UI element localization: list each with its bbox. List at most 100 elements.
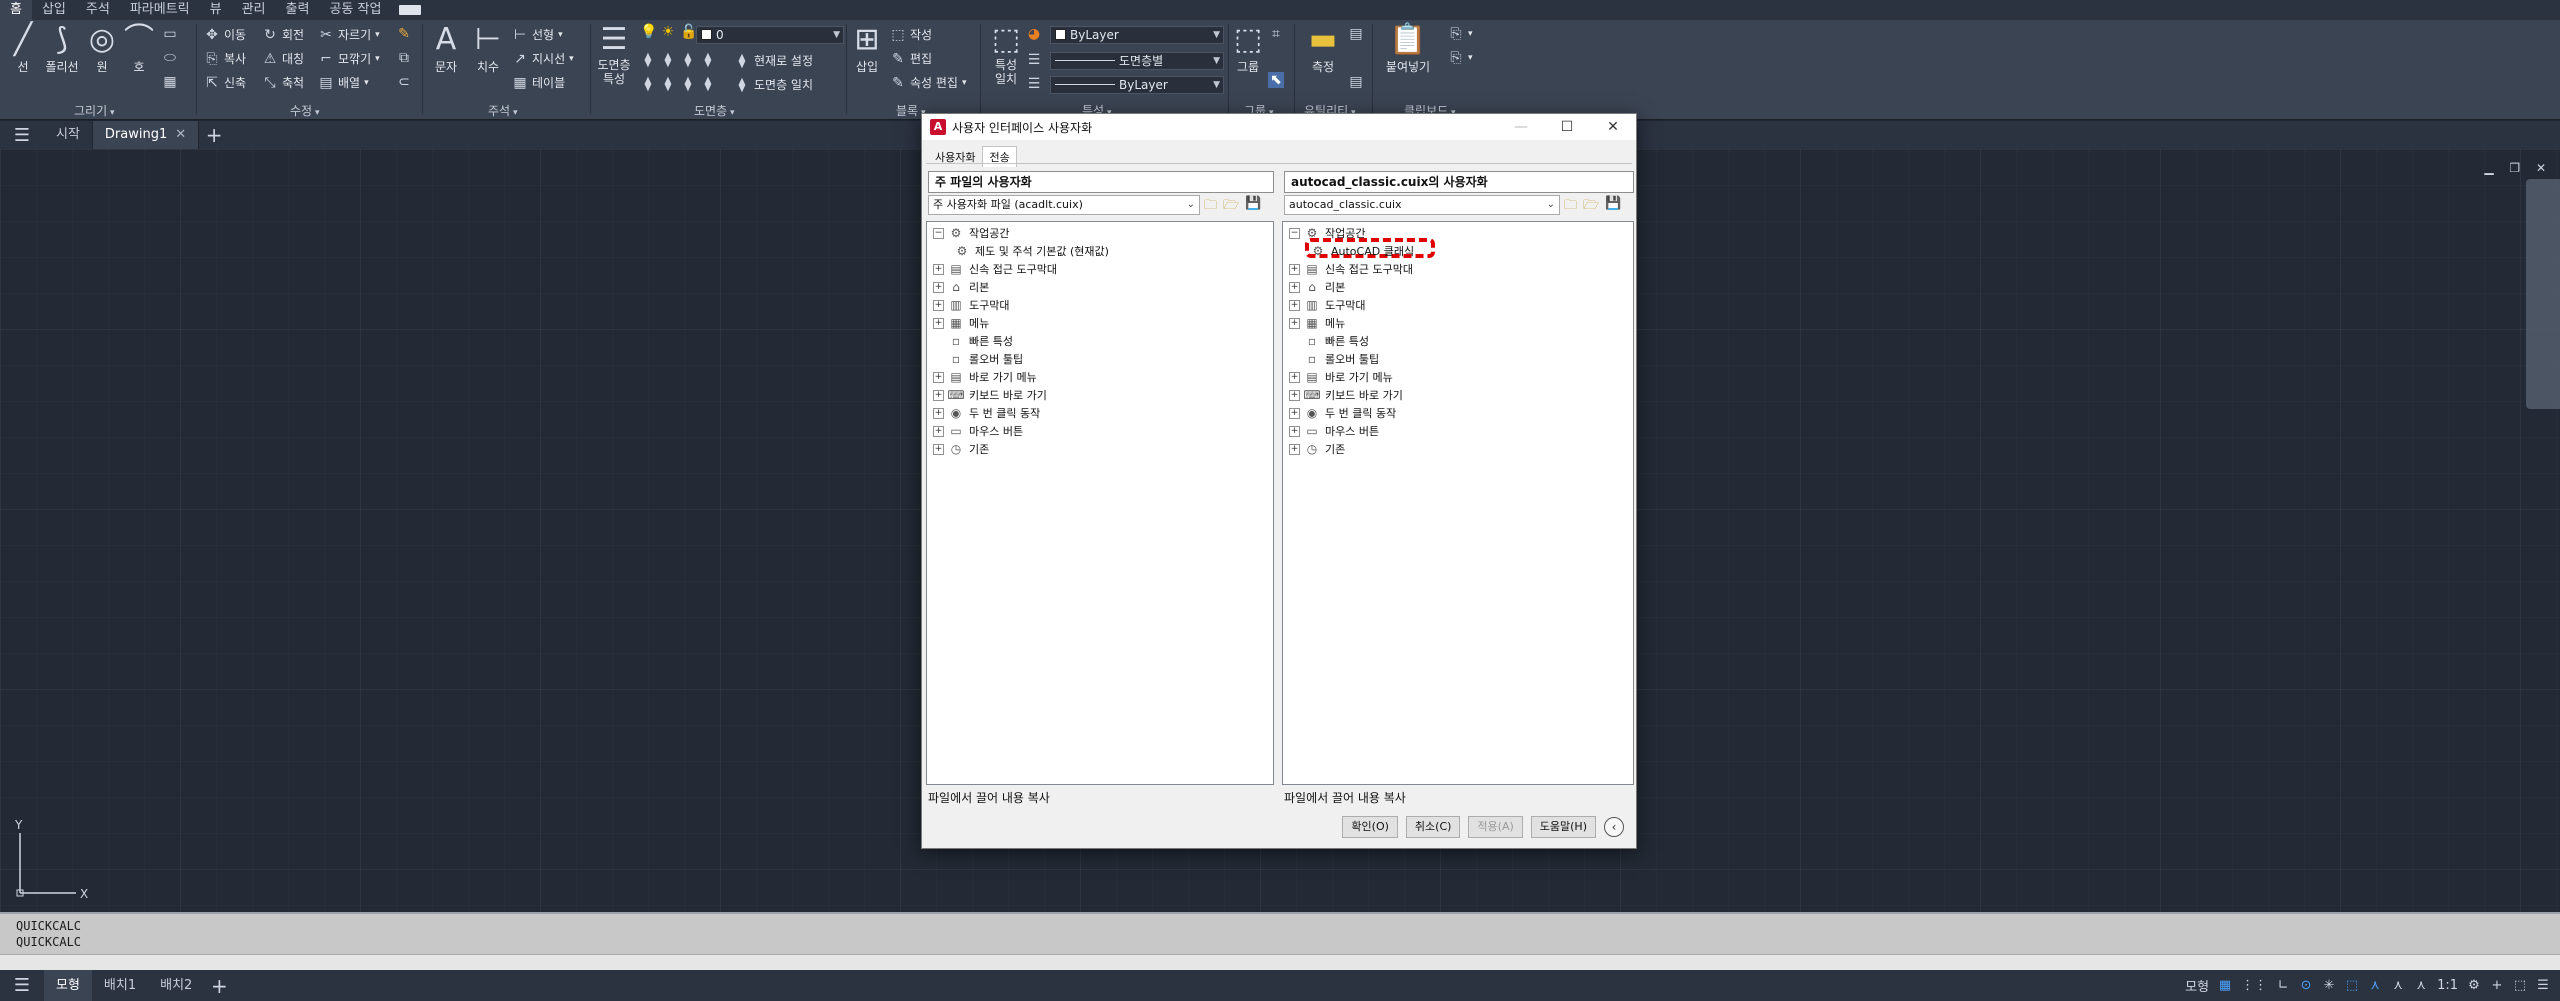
auto-scale-icon[interactable]: ⋏ <box>2391 978 2405 993</box>
copy-button[interactable]: ⎘ 복사 <box>204 50 246 67</box>
mirror-button[interactable]: ⚠ 대칭 <box>262 50 304 67</box>
draw-panel-label[interactable]: 그리기 <box>74 102 115 119</box>
trim-button[interactable]: ✂ 자르기 ▾ <box>318 26 380 43</box>
layout-tab-2[interactable]: 배치2 <box>148 970 204 1001</box>
collapse-icon[interactable]: − <box>1289 227 1300 239</box>
tree-item-menus[interactable]: + ▦ 메뉴 <box>1283 314 1633 332</box>
tree-item-quick-properties[interactable]: ▫ 빠른 특성 <box>927 332 1273 350</box>
group-tool-button[interactable]: ⌗ <box>1268 26 1284 42</box>
create-block-button[interactable]: ⬚ 작성 <box>890 26 932 43</box>
menu-icon[interactable]: ☰ <box>0 121 44 149</box>
ribbon-tab-insert[interactable]: 삽입 <box>32 0 76 20</box>
layout-tab-model[interactable]: 모형 <box>44 970 92 1001</box>
annotation-scale-icon[interactable]: ⋏ <box>2414 978 2428 993</box>
command-input[interactable] <box>0 954 2560 970</box>
scale-value[interactable]: 1:1 <box>2437 978 2458 993</box>
insert-button[interactable]: ⊞ 삽입 <box>850 22 884 75</box>
expand-icon[interactable]: + <box>1289 443 1300 455</box>
tree-item-shortcut-menus[interactable]: + ▤ 바로 가기 메뉴 <box>927 368 1273 386</box>
rectangle-button[interactable]: ▭ <box>162 26 178 42</box>
edit-block-button[interactable]: ✎ 편집 <box>890 50 932 67</box>
layers-panel-label[interactable]: 도면층 <box>694 102 735 119</box>
cut-clip-button[interactable]: ⎘ ▾ <box>1448 50 1472 66</box>
leader-button[interactable]: ↗ 지시선 ▾ <box>512 50 574 67</box>
collapse-icon[interactable]: − <box>933 227 944 239</box>
collapse-panel-icon[interactable]: ‹ <box>1604 817 1624 837</box>
polar-icon[interactable]: ⊙ <box>2299 978 2313 993</box>
navigation-bar[interactable] <box>2526 179 2560 409</box>
tree-item-legacy[interactable]: + ◷ 기존 <box>927 440 1273 458</box>
layer-properties-button[interactable]: ☰ 도면층 특성 <box>592 22 636 86</box>
expand-icon[interactable]: + <box>1289 407 1300 419</box>
expand-icon[interactable]: + <box>933 299 944 311</box>
tree-item-workspaces[interactable]: − ⚙ 작업공간 <box>1283 224 1633 242</box>
layer-tools-row1[interactable]: ⧫ ⧫ ⧫ ⧫ <box>640 52 716 68</box>
save-icon[interactable]: 💾 <box>1605 196 1621 218</box>
group-button[interactable]: ⬚ 그룹 <box>1232 22 1264 75</box>
clean-screen-icon[interactable]: ⬚ <box>2513 978 2527 993</box>
expand-icon[interactable]: + <box>1289 389 1300 401</box>
modify-panel-label[interactable]: 수정 <box>290 102 319 119</box>
array-button[interactable]: ▤ 배열 ▾ <box>318 74 368 91</box>
rotate-button[interactable]: ↻ 회전 <box>262 26 304 43</box>
hatch-button[interactable]: ▦ <box>162 74 178 90</box>
tree-item-double-click[interactable]: + ◉ 두 번 클릭 동작 <box>927 404 1273 422</box>
gear-icon[interactable]: ⚙ <box>2467 978 2481 993</box>
left-file-combo[interactable]: 주 사용자화 파일 (acadlt.cuix) ⌄ <box>928 195 1200 215</box>
expand-icon[interactable]: + <box>1289 371 1300 383</box>
left-tree[interactable]: − ⚙ 작업공간 ⚙ 제도 및 주석 기본값 (현재값) + ▤ 신속 접근 도구막대 +… <box>926 221 1274 785</box>
new-tab-button[interactable]: + <box>199 123 229 147</box>
tab-start[interactable]: 시작 <box>44 121 93 149</box>
new-file-icon[interactable]: 🗀 <box>1564 196 1577 218</box>
tree-item-quick-properties[interactable]: ▫ 빠른 특성 <box>1283 332 1633 350</box>
ribbon-tab-parametric[interactable]: 파라메트릭 <box>120 0 200 20</box>
layer-combo[interactable]: 0 ▼ <box>696 26 844 44</box>
right-tree[interactable]: − ⚙ 작업공간 ⚙ AutoCAD 클래식 + ▤ 신속 접근 도구막대 + ⌂ 리본 + ▥… <box>1282 221 1634 785</box>
new-layout-button[interactable]: + <box>204 974 234 998</box>
ribbon-tab-overflow-button[interactable] <box>399 5 422 15</box>
make-current-button[interactable]: ⧫ 현재로 설정 <box>734 52 813 69</box>
tree-item-classic-workspace[interactable]: ⚙ AutoCAD 클래식 <box>1283 242 1633 260</box>
close-button[interactable]: ✕ <box>1590 114 1636 140</box>
text-button[interactable]: A 문자 <box>428 22 464 75</box>
color-combo[interactable]: ByLayer ▼ <box>1050 26 1224 44</box>
group-select-button[interactable]: ⬉ <box>1268 72 1284 88</box>
edit-attribute-button[interactable]: ✎ 속성 편집 ▾ <box>890 74 966 91</box>
tab-drawing1[interactable]: Drawing1 ✕ <box>92 121 200 149</box>
fillet-button[interactable]: ⌐ 모깎기 ▾ <box>318 50 380 67</box>
table-button[interactable]: ▦ 테이블 <box>512 74 565 91</box>
customize-icon[interactable]: ☰ <box>2536 978 2550 993</box>
expand-icon[interactable]: + <box>933 371 944 383</box>
tree-item-legacy[interactable]: + ◷ 기존 <box>1283 440 1633 458</box>
layer-tools-row2[interactable]: ⧫ ⧫ ⧫ ⧫ <box>640 76 716 92</box>
help-button[interactable]: 도움말(H) <box>1530 816 1596 838</box>
expand-icon[interactable]: + <box>1289 317 1300 329</box>
close-icon[interactable]: ✕ <box>175 127 186 142</box>
tree-item-workspaces[interactable]: − ⚙ 작업공간 <box>927 224 1273 242</box>
tree-item-quick-access[interactable]: + ▤ 신속 접근 도구막대 <box>1283 260 1633 278</box>
new-file-icon[interactable]: 🗀 <box>1204 196 1217 218</box>
maximize-button[interactable]: ☐ <box>1544 114 1590 140</box>
arc-button[interactable]: ⌒ 호 <box>124 22 154 75</box>
snap-icon[interactable]: ⋮⋮ <box>2241 978 2267 993</box>
plus-icon[interactable]: + <box>2490 978 2504 993</box>
right-file-combo[interactable]: autocad_classic.cuix ⌄ <box>1284 195 1560 215</box>
linetype-combo[interactable]: 도면층별 ▼ <box>1050 52 1224 70</box>
scale-button[interactable]: ⤡ 축척 <box>262 74 304 91</box>
tree-item-ribbon[interactable]: + ⌂ 리본 <box>1283 278 1633 296</box>
offset-button[interactable]: ⊂ <box>396 74 412 90</box>
ribbon-tab-view[interactable]: 뷰 <box>200 0 232 20</box>
model-space-toggle[interactable]: 모형 <box>2185 976 2209 995</box>
layer-state-icons[interactable]: 💡 ☀ 🔓 <box>640 24 697 40</box>
open-folder-icon[interactable]: 🗁 <box>1583 196 1599 218</box>
expand-icon[interactable]: + <box>933 281 944 293</box>
dialog-titlebar[interactable]: A 사용자 인터페이스 사용자화 — ☐ ✕ <box>922 114 1636 140</box>
tree-item-toolbars[interactable]: + ▥ 도구막대 <box>927 296 1273 314</box>
stretch-button[interactable]: ⇱ 신축 <box>204 74 246 91</box>
apply-button[interactable]: 적용(A) <box>1468 816 1523 838</box>
tree-item-double-click[interactable]: + ◉ 두 번 클릭 동작 <box>1283 404 1633 422</box>
match-layer-button[interactable]: ⧫ 도면층 일치 <box>734 76 813 93</box>
menu-icon[interactable]: ☰ <box>0 972 44 1000</box>
tree-item-default-workspace[interactable]: ⚙ 제도 및 주석 기본값 (현재값) <box>927 242 1273 260</box>
tree-item-shortcut-menus[interactable]: + ▤ 바로 가기 메뉴 <box>1283 368 1633 386</box>
